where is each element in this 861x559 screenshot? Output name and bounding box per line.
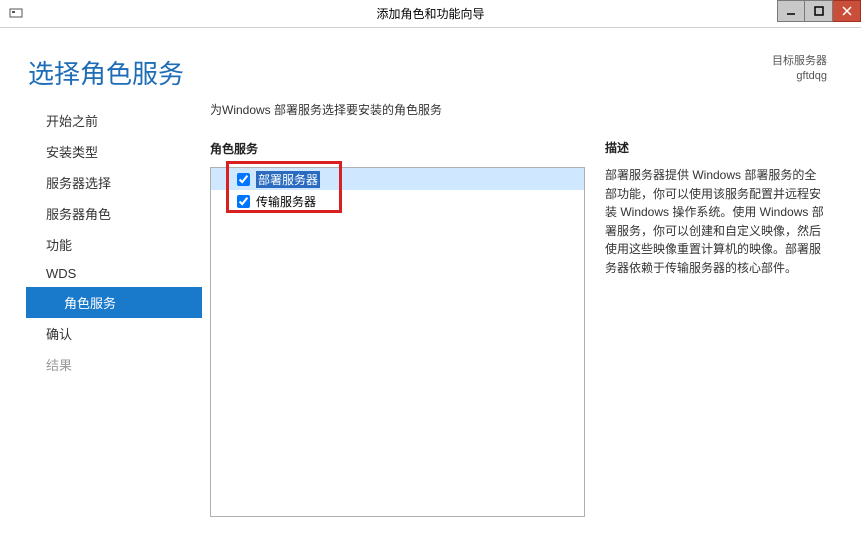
window-title: 添加角色和功能向导 <box>376 5 484 22</box>
nav-confirm[interactable]: 确认 <box>30 318 210 349</box>
maximize-button[interactable] <box>805 0 833 22</box>
target-value: gftdqg <box>772 69 827 84</box>
nav-before-begin[interactable]: 开始之前 <box>30 105 210 136</box>
close-button[interactable] <box>833 0 861 22</box>
app-icon <box>6 4 26 24</box>
item-label: 部署服务器 <box>256 171 320 188</box>
minimize-button[interactable] <box>777 0 805 22</box>
window-controls <box>777 0 861 22</box>
instruction-text: 为Windows 部署服务选择要安装的角色服务 <box>210 101 585 118</box>
role-services-list[interactable]: 部署服务器 传输服务器 <box>210 167 585 517</box>
role-services-label: 角色服务 <box>210 140 585 157</box>
wizard-nav: 开始之前 安装类型 服务器选择 服务器角色 功能 WDS 角色服务 确认 结果 <box>0 101 210 517</box>
titlebar: 添加角色和功能向导 <box>0 0 861 28</box>
nav-install-type[interactable]: 安装类型 <box>30 136 210 167</box>
list-item[interactable]: 部署服务器 <box>211 168 584 190</box>
target-label: 目标服务器 <box>772 54 827 69</box>
item-label: 传输服务器 <box>256 193 316 210</box>
nav-role-services[interactable]: 角色服务 <box>26 287 202 318</box>
target-server-info: 目标服务器 gftdqg <box>772 54 827 85</box>
nav-features[interactable]: 功能 <box>30 229 210 260</box>
description-label: 描述 <box>605 139 827 156</box>
page-title: 选择角色服务 <box>28 54 184 91</box>
nav-wds[interactable]: WDS <box>30 260 210 287</box>
checkbox-deployment-server[interactable] <box>237 173 250 186</box>
nav-results: 结果 <box>30 349 210 380</box>
list-item[interactable]: 传输服务器 <box>211 190 584 212</box>
wizard-header: 选择角色服务 目标服务器 gftdqg <box>0 28 861 101</box>
nav-server-roles[interactable]: 服务器角色 <box>30 198 210 229</box>
description-text: 部署服务器提供 Windows 部署服务的全部功能，你可以使用该服务配置并远程安… <box>605 166 827 278</box>
checkbox-transport-server[interactable] <box>237 195 250 208</box>
nav-server-selection[interactable]: 服务器选择 <box>30 167 210 198</box>
